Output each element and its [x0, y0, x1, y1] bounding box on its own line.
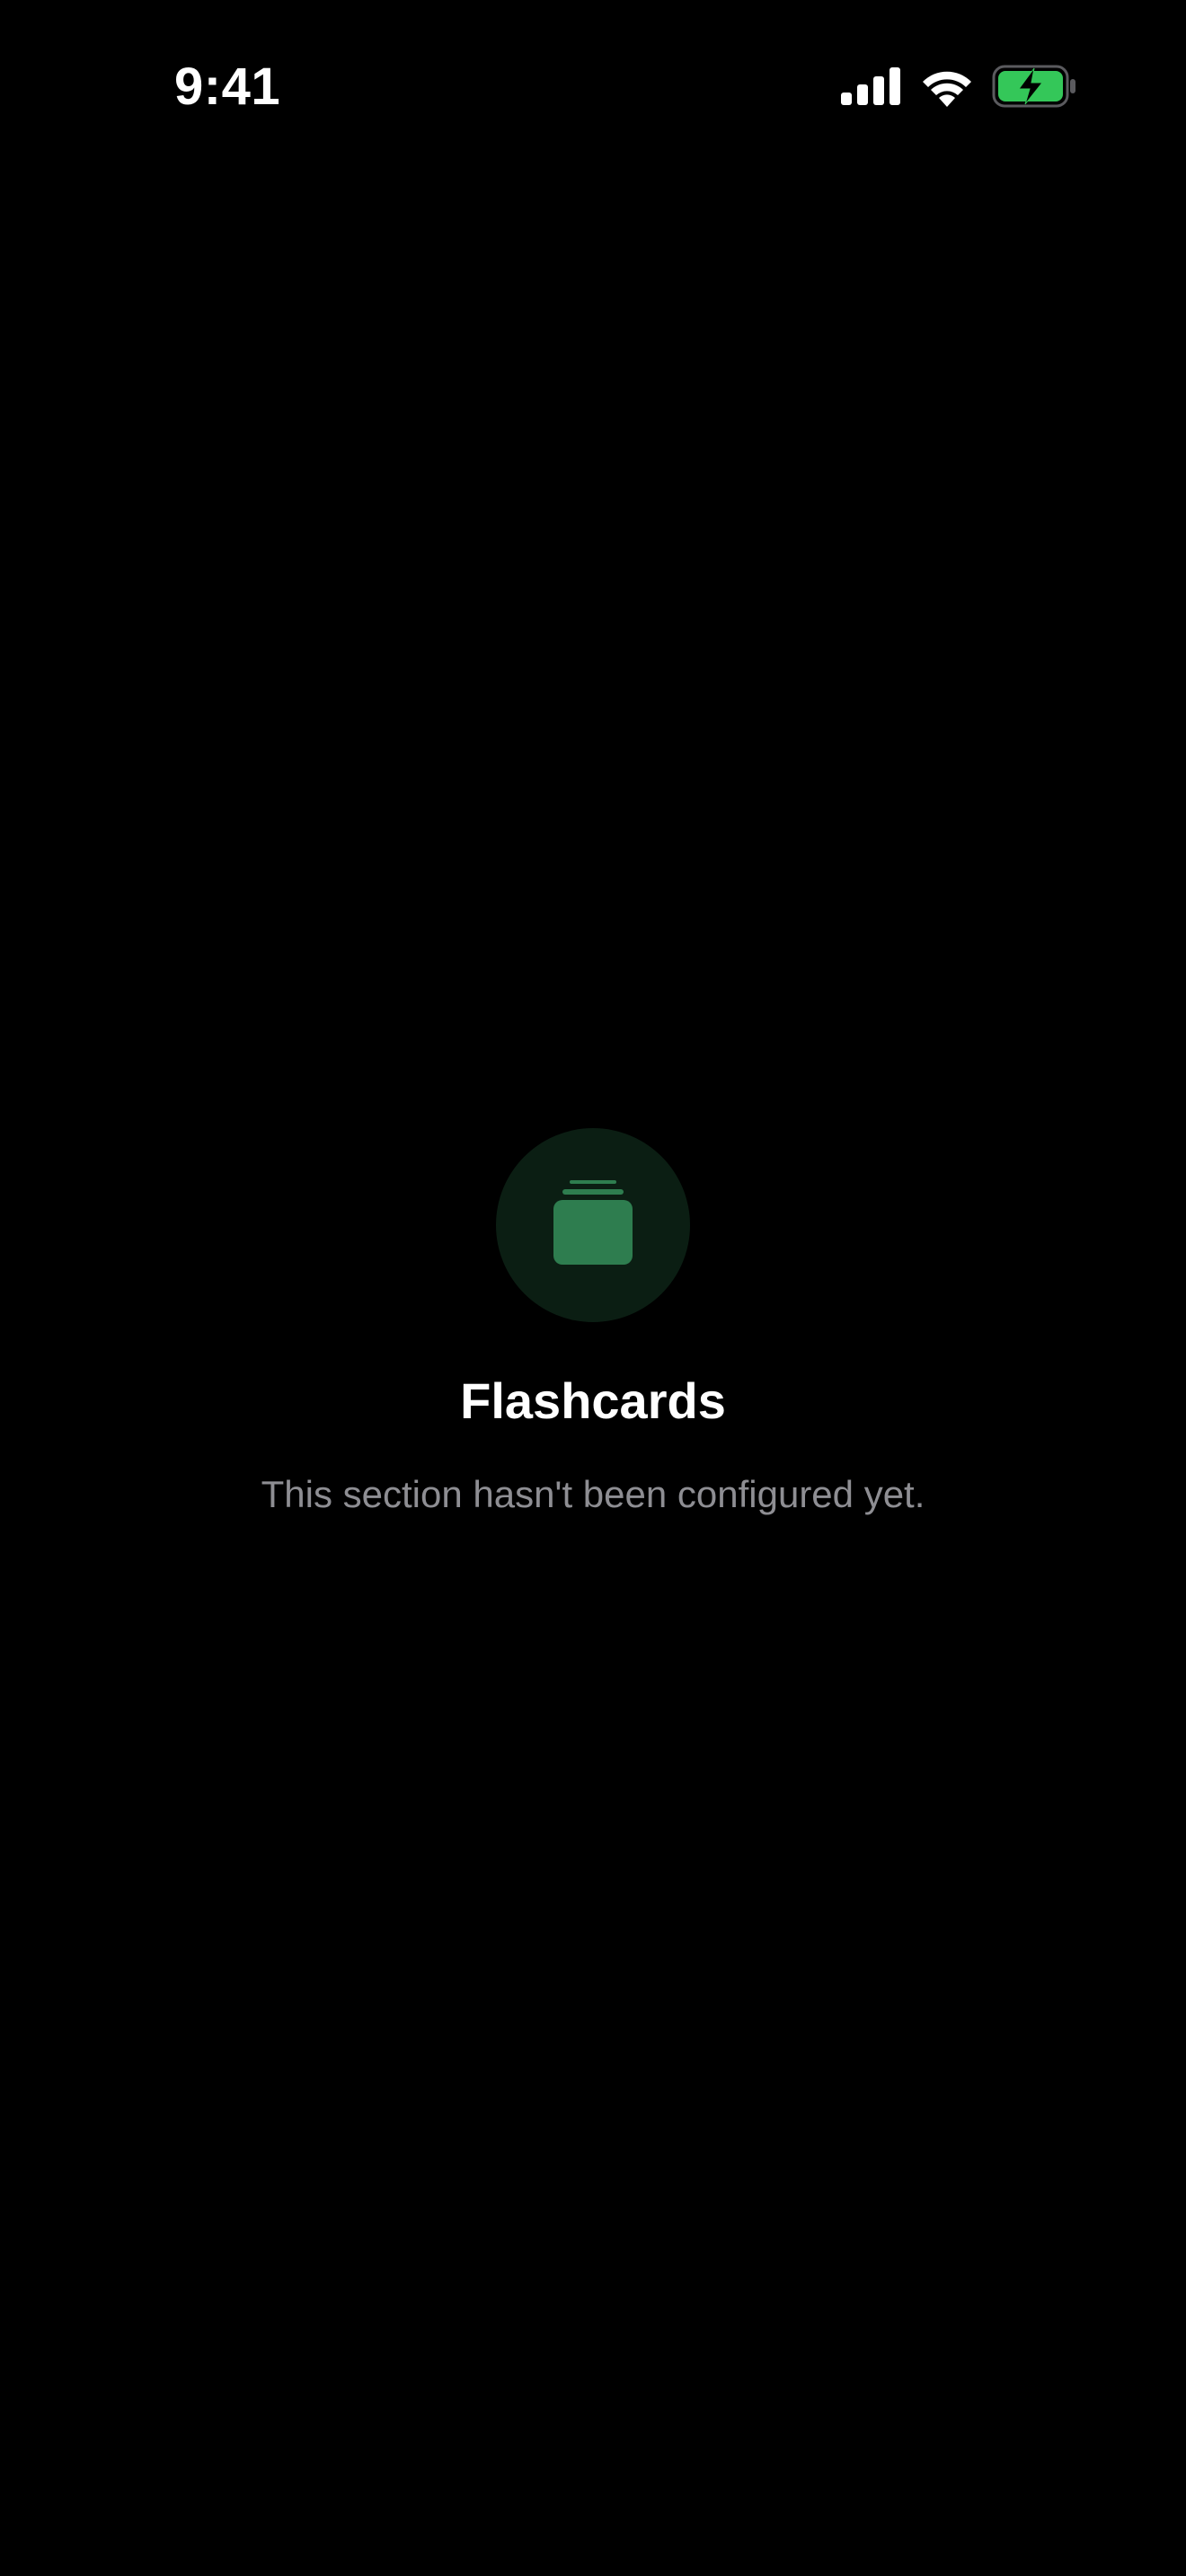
- empty-state-title: Flashcards: [460, 1372, 726, 1429]
- flashcards-stack-icon: [553, 1180, 633, 1265]
- empty-state: Flashcards This section hasn't been conf…: [0, 1128, 1186, 1518]
- empty-state-icon-circle: [496, 1128, 690, 1322]
- wifi-icon: [923, 71, 971, 107]
- status-bar: 9:41: [0, 0, 1186, 171]
- battery-charging-icon: [992, 65, 1075, 108]
- empty-state-subtitle: This section hasn't been configured yet.: [261, 1473, 925, 1515]
- signal-icon: [841, 67, 900, 105]
- status-time: 9:41: [174, 57, 281, 116]
